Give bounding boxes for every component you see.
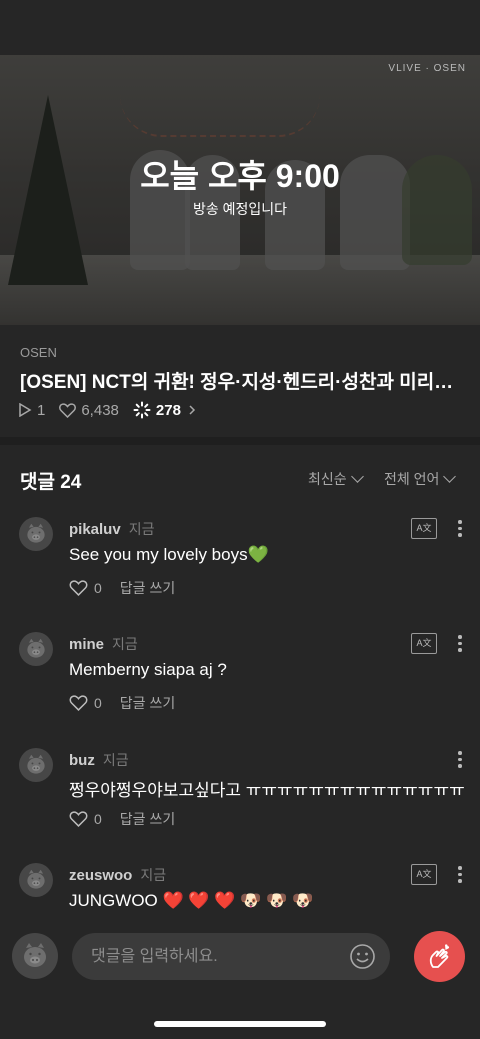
comment-time: 지금 bbox=[112, 636, 138, 652]
comment-time: 지금 bbox=[140, 867, 167, 883]
comment-item: buz 지금쩡우야쩡우야보고싶다고 ㅠㅠㅠㅠㅠㅠㅠㅠㅠㅠㅠㅠㅠㅠ 0 답글 쓰기 bbox=[0, 748, 480, 858]
pig-avatar-icon bbox=[27, 638, 45, 658]
video-player[interactable]: VLIVE · OSEN 오늘 오후 9:00 방송 예정입니다 bbox=[0, 55, 480, 325]
comment-time: 지금 bbox=[128, 521, 155, 537]
chevron-down-icon bbox=[443, 470, 457, 483]
comment-username[interactable]: pikaluv 지금 bbox=[69, 519, 154, 539]
comment-actions: 0 답글 쓰기 bbox=[69, 809, 175, 829]
smile-icon[interactable] bbox=[349, 943, 376, 970]
section-divider bbox=[0, 437, 480, 445]
scheduled-time: 오늘 오후 9:00 bbox=[140, 158, 340, 194]
comment-text: Memberny siapa aj ? bbox=[69, 660, 227, 679]
home-indicator bbox=[154, 1021, 326, 1027]
reply-button[interactable]: 답글 쓰기 bbox=[120, 809, 175, 829]
comment-username-text: pikaluv bbox=[69, 521, 121, 538]
my-avatar bbox=[12, 933, 58, 979]
translate-icon[interactable]: A文 bbox=[411, 864, 437, 885]
comment-item: mine 지금 Memberny siapa aj ? 0 답글 쓰기 A文 bbox=[0, 632, 480, 742]
comment-input[interactable] bbox=[72, 933, 390, 980]
status-bar bbox=[0, 0, 480, 55]
chevron-down-icon bbox=[350, 470, 364, 483]
more-icon[interactable] bbox=[455, 632, 465, 654]
reply-button[interactable]: 답글 쓰기 bbox=[120, 693, 175, 713]
like-count: 6,438 bbox=[81, 401, 119, 419]
sort-label: 최신순 bbox=[308, 471, 347, 487]
comment-text: JUNGWOO ❤️ ❤️ ❤️ 🐶 🐶 🐶 bbox=[69, 891, 314, 910]
comment-username-text: zeuswoo bbox=[69, 867, 133, 884]
translate-icon[interactable]: A文 bbox=[411, 633, 437, 654]
comment-actions: 0 답글 쓰기 bbox=[69, 693, 175, 713]
comment-text: See you my lovely boys💚 bbox=[69, 545, 269, 564]
comment-username-text: mine bbox=[69, 636, 105, 653]
comment-like-count: 0 bbox=[94, 811, 102, 827]
language-label: 전체 언어 bbox=[384, 471, 440, 487]
comment-like-count: 0 bbox=[94, 580, 102, 596]
pig-avatar-icon bbox=[27, 523, 45, 543]
avatar[interactable] bbox=[19, 748, 53, 782]
spinner-icon bbox=[133, 401, 151, 419]
pig-avatar-icon bbox=[27, 754, 45, 774]
heart-icon[interactable] bbox=[69, 811, 88, 827]
sort-dropdown[interactable]: 최신순 bbox=[308, 469, 364, 489]
channel-name[interactable]: OSEN bbox=[20, 345, 57, 360]
avatar[interactable] bbox=[19, 517, 53, 551]
language-dropdown[interactable]: 전체 언어 bbox=[384, 469, 457, 489]
scheduled-subtitle: 방송 예정입니다 bbox=[192, 201, 288, 217]
reply-button[interactable]: 답글 쓰기 bbox=[120, 578, 175, 598]
pig-avatar-icon bbox=[24, 943, 46, 967]
heart-icon[interactable] bbox=[69, 580, 88, 596]
more-icon[interactable] bbox=[455, 517, 465, 539]
comment-actions: 0 답글 쓰기 bbox=[69, 578, 175, 598]
video-info: OSEN [OSEN] NCT의 귀환! 정우·지성·헨드리·성찬과 미리… 1… bbox=[0, 325, 480, 437]
play-count: 1 bbox=[37, 401, 46, 419]
finger-heart-button[interactable] bbox=[414, 931, 465, 982]
comment-text: 쩡우야쩡우야보고싶다고 ㅠㅠㅠㅠㅠㅠㅠㅠㅠㅠㅠㅠㅠㅠ bbox=[69, 781, 465, 800]
comment-username[interactable]: mine 지금 bbox=[69, 634, 138, 654]
avatar[interactable] bbox=[19, 632, 53, 666]
heart-icon bbox=[59, 402, 77, 418]
finger-heart-icon bbox=[429, 943, 449, 968]
comment-username-text: buz bbox=[69, 752, 95, 769]
hearts-count: 278 bbox=[155, 401, 181, 419]
comments-title: 댓글 24 bbox=[20, 472, 82, 493]
comments-header: 댓글 24 최신순 전체 언어 bbox=[0, 445, 480, 505]
video-stats: 1 6,438 278 bbox=[18, 400, 212, 420]
play-icon bbox=[19, 403, 32, 417]
more-icon[interactable] bbox=[455, 748, 465, 770]
hearts-link[interactable]: 278 bbox=[133, 401, 198, 419]
comment-time: 지금 bbox=[102, 752, 129, 768]
heart-icon[interactable] bbox=[69, 695, 88, 711]
comment-username[interactable]: zeuswoo 지금 bbox=[69, 865, 166, 885]
video-title[interactable]: [OSEN] NCT의 귀환! 정우·지성·헨드리·성찬과 미리… bbox=[20, 367, 464, 394]
video-watermark: VLIVE · OSEN bbox=[388, 63, 466, 74]
chevron-right-icon bbox=[189, 405, 195, 415]
comment-item: pikaluv 지금 See you my lovely boys💚 0 답글 쓰기 A文 bbox=[0, 517, 480, 627]
more-icon[interactable] bbox=[455, 863, 465, 885]
comment-username[interactable]: buz 지금 bbox=[69, 750, 129, 770]
translate-icon[interactable]: A文 bbox=[411, 518, 437, 539]
comment-like-count: 0 bbox=[94, 695, 102, 711]
pig-avatar-icon bbox=[27, 869, 45, 889]
avatar[interactable] bbox=[19, 863, 53, 897]
comment-composer bbox=[0, 916, 480, 1039]
